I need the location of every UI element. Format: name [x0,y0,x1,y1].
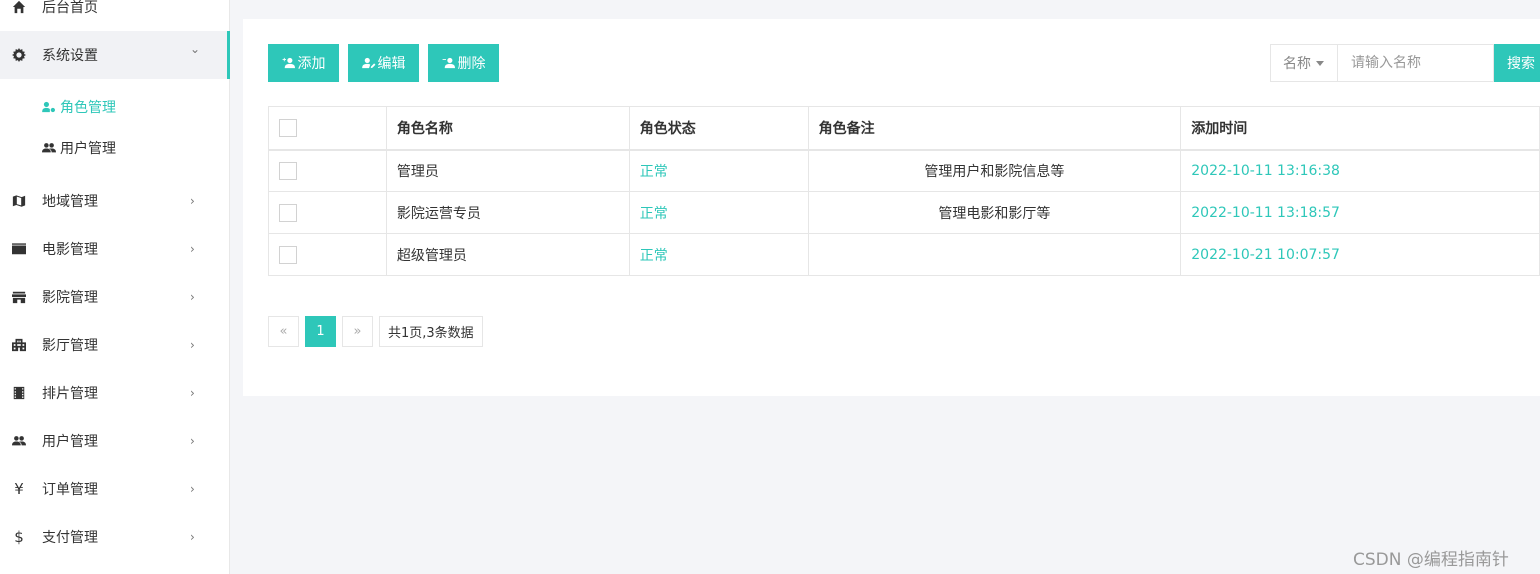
table-cell-time: 2022-10-11 13:16:38 [1180,149,1540,192]
sidebar-subitem-roles[interactable]: 角色管理 [0,87,229,127]
chevron-right-icon: › [190,482,195,496]
sidebar-item-cinema[interactable]: 影院管理 › [0,273,229,321]
chevron-down-icon: ⌄ [190,42,201,56]
select-all-checkbox[interactable] [279,118,297,137]
table-cell-status: 正常 [628,149,809,192]
table-row[interactable]: 超级管理员 正常 2022-10-21 10:07:57 [268,233,1540,276]
sidebar-subitem-label: 用户管理 [60,141,116,157]
row-checkbox[interactable] [279,245,297,264]
user-edit-icon [361,57,375,69]
user-tag-icon [42,101,56,113]
sidebar-item-users[interactable]: 用户管理 › [0,417,229,465]
sidebar-item-label: 后台首页 [42,0,98,16]
add-button-label: 添加 [297,56,326,72]
users-icon [42,142,56,154]
yen-icon: ¥ [14,480,24,498]
chevron-right-icon: › [190,530,195,544]
search-button[interactable]: 搜索 [1494,44,1540,82]
gear-icon [12,48,26,62]
sidebar-item-label: 影院管理 [42,290,98,306]
sidebar-item-system[interactable]: 系统设置 ⌄ [0,31,230,79]
table-row[interactable]: 影院运营专员 正常 管理电影和影厅等 2022-10-11 13:18:57 [268,191,1540,234]
table-cell-name: 影院运营专员 [385,191,630,234]
pagination: « 1 » 共1页,3条数据 [268,316,489,347]
dollar-icon: $ [14,528,24,546]
sidebar-item-label: 影厅管理 [42,338,98,354]
chevron-right-icon: › [190,434,195,448]
users-icon [12,434,26,448]
pagination-info: 共1页,3条数据 [379,316,483,347]
table-header-cell: 角色状态 [628,106,809,151]
sidebar-item-label: 电影管理 [42,242,98,258]
sidebar-item-orders[interactable]: ¥ 订单管理 › [0,465,229,513]
table-cell-select [268,191,387,234]
row-checkbox[interactable] [279,161,297,180]
edit-button-label: 编辑 [377,56,406,72]
edit-button[interactable]: 编辑 [348,44,419,82]
prev-page-button[interactable]: « [268,316,299,347]
sidebar-item-region[interactable]: 地域管理 › [0,177,229,225]
chevron-right-icon: › [190,290,195,304]
sidebar-item-hall[interactable]: 影厅管理 › [0,321,229,369]
table-cell-remark: 管理用户和影院信息等 [807,149,1182,192]
table-cell-select [268,233,387,276]
caret-down-icon [1316,60,1324,66]
home-icon [12,0,26,14]
sidebar-item-label: 系统设置 [42,48,98,64]
delete-button[interactable]: 删除 [428,44,499,82]
search-bar: 名称 搜索 [1270,44,1540,82]
roles-table: 角色名称 角色状态 角色备注 添加时间 管理员 正常 管理用户和影院信息等 20… [268,106,1540,276]
search-field-select[interactable]: 名称 [1270,44,1338,82]
table-row[interactable]: 管理员 正常 管理用户和影院信息等 2022-10-11 13:16:38 [268,149,1540,192]
table-cell-name: 管理员 [385,149,630,192]
watermark: CSDN @编程指南针 [1353,550,1509,570]
sidebar-item-home[interactable]: 后台首页 [0,0,229,31]
table-header-cell: 添加时间 [1180,106,1540,151]
sidebar-item-label: 订单管理 [42,482,98,498]
table-header-select [268,106,387,151]
table-header-row: 角色名称 角色状态 角色备注 添加时间 [268,106,1540,151]
next-page-button[interactable]: » [342,316,373,347]
sidebar-item-label: 排片管理 [42,386,98,402]
search-field-value: 名称 [1283,56,1311,72]
sidebar-item-movie[interactable]: 电影管理 › [0,225,229,273]
filmstrip-icon [12,386,26,400]
table-cell-time: 2022-10-21 10:07:57 [1180,233,1540,276]
chevron-right-icon: › [190,242,195,256]
sidebar-item-schedule[interactable]: 排片管理 › [0,369,229,417]
add-button[interactable]: 添加 [268,44,339,82]
user-minus-icon [442,57,455,69]
sidebar-item-label: 地域管理 [42,194,98,210]
film-icon [12,242,26,256]
store-icon [12,290,26,304]
table-header-cell: 角色名称 [385,106,630,151]
chevron-right-icon: › [190,386,195,400]
sidebar-item-label: 支付管理 [42,530,98,546]
map-icon [12,194,26,208]
sidebar-item-label: 用户管理 [42,434,98,450]
user-plus-icon [282,57,295,69]
sidebar-item-payment[interactable]: $ 支付管理 › [0,513,229,561]
table-cell-time: 2022-10-11 13:18:57 [1180,191,1540,234]
table-cell-select [268,149,387,192]
page-button-current[interactable]: 1 [305,316,336,347]
row-checkbox[interactable] [279,203,297,222]
table-cell-remark: 管理电影和影厅等 [807,191,1182,234]
sidebar-subitem-label: 角色管理 [60,100,116,116]
chevron-right-icon: › [190,194,195,208]
table-cell-status: 正常 [628,233,809,276]
chevron-right-icon: › [190,338,195,352]
content-panel: 添加 编辑 删除 名称 搜索 角色名称 角色状态 角色备注 [243,19,1540,396]
search-input[interactable] [1338,44,1494,82]
delete-button-label: 删除 [457,56,486,72]
table-cell-name: 超级管理员 [385,233,630,276]
sidebar: 后台首页 系统设置 ⌄ 角色管理 用户管理 地域管理 › 电影管理 › 影院管理… [0,0,230,574]
table-header-cell: 角色备注 [807,106,1182,151]
table-cell-status: 正常 [628,191,809,234]
table-cell-remark [807,233,1182,276]
sidebar-subitem-users[interactable]: 用户管理 [0,128,229,168]
building-icon [12,338,26,352]
